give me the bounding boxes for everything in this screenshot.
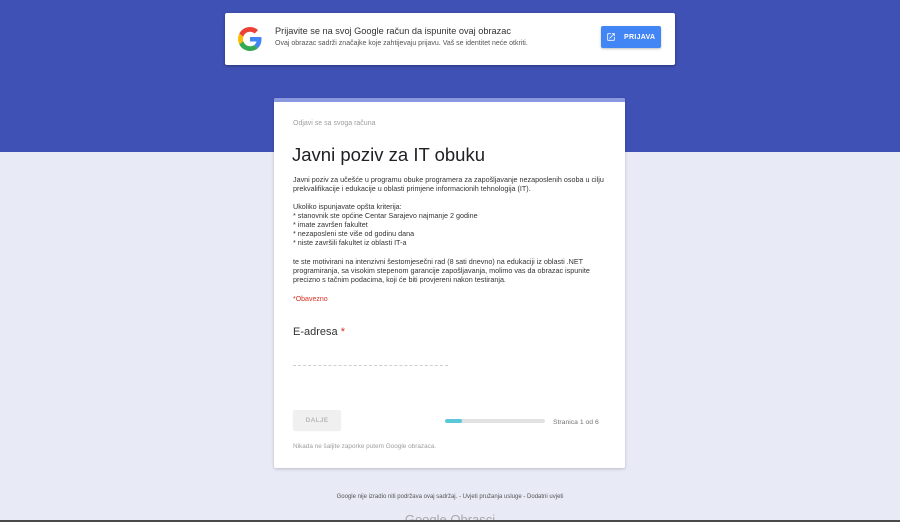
description-intro: Javni poziv za učešće u programu obuke p… [293,175,613,193]
open-in-new-svg [607,33,615,41]
form-card: Odjavi se sa svoga računa Javni poziv za… [274,98,625,468]
criteria-item: * imate završen fakultet [293,219,368,229]
signin-banner-subtitle: Ovaj obrazac sadrži značajke koje zahtij… [275,40,528,47]
description-line: prekvalifikacije i edukacije u oblasti p… [293,184,531,193]
description-line: Javni poziv za učešće u programu obuke p… [293,175,604,184]
signin-button[interactable]: PRIJAVA [601,26,661,48]
google-g-logo-icon [238,27,262,51]
progress-bar [445,419,545,423]
account-link[interactable]: Odjavi se sa svoga računa [293,119,376,128]
footer-link-additional-terms[interactable]: Dodatni uvjeti [527,494,563,500]
description-closing: te ste motivirani na intenzivni šestomje… [293,257,613,284]
footer-disclaimer: Google nije izradio niti podržava ovaj s… [336,493,458,500]
page-footer: Google nije izradio niti podržava ovaj s… [0,493,900,502]
card-accent-strip [274,98,625,102]
form-title: Javni poziv za IT obuku [292,144,485,165]
next-button[interactable]: DALJE [293,410,341,430]
page-indicator: Stranica 1 od 6 [553,418,599,426]
form-description: Javni poziv za učešće u programu obuke p… [293,175,613,284]
required-note: *Obavezno [293,295,328,303]
google-forms-logo[interactable]: Google Obrasci [350,512,550,520]
signin-banner-title: Prijavite se na svoj Google račun da isp… [275,26,511,36]
signin-button-label: PRIJAVA [624,33,656,41]
criteria-heading: Ukoliko ispunjavate opšta kriterija: [293,201,402,211]
google-g-logo-svg [238,27,262,51]
description-criteria: Ukoliko ispunjavate opšta kriterija: * s… [293,202,613,247]
description-line: programiranja, sa visokim stepenom garan… [293,265,590,275]
password-warning: Nikada ne šaljite zaporke putem Google o… [293,442,437,450]
criteria-item: * stanovnik ste općine Centar Sarajevo n… [293,210,478,220]
open-in-new-icon [606,32,616,42]
question-label-text: E-adresa [293,325,338,338]
footer-link-terms[interactable]: Uvjeti pružanja usluge [463,494,522,500]
description-line: te ste motivirani na intenzivni šestomje… [293,256,584,266]
required-asterisk: * [340,325,345,338]
criteria-item: * nezaposleni ste više od godinu dana [293,228,415,238]
criteria-item: * niste završili fakultet iz oblasti IT-… [293,237,407,247]
email-question-label: E-adresa * [293,326,345,339]
email-input[interactable] [293,350,448,366]
description-line: precizno s tačnim podacima, koji će biti… [293,274,506,284]
signin-banner: Prijavite se na svoj Google račun da isp… [225,13,675,65]
progress-fill [445,419,462,423]
